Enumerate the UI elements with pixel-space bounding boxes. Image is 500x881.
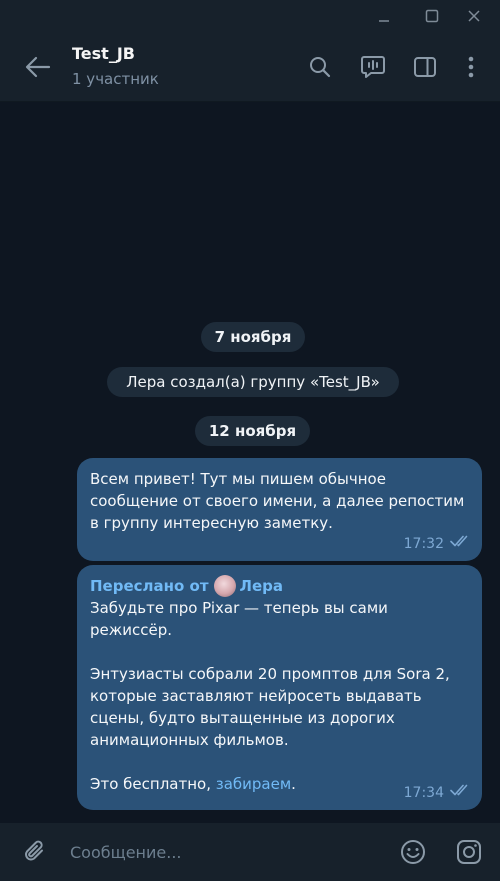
more-vertical-icon[interactable]: [454, 50, 488, 84]
chat-header: Test_JB 1 участник: [0, 32, 500, 102]
forwarded-header[interactable]: Переслано от Лера: [90, 575, 470, 597]
forwarded-author[interactable]: Лера: [240, 575, 284, 597]
service-message: Лера создал(а) группу «Test_JB»: [107, 367, 399, 397]
voice-chat-icon[interactable]: [356, 50, 390, 84]
message-meta: 17:32: [404, 533, 472, 555]
double-check-icon: [450, 533, 472, 555]
message-input[interactable]: [62, 837, 382, 867]
date-separator: 12 ноября: [195, 416, 310, 446]
camera-icon[interactable]: [452, 835, 486, 869]
message-composer: [0, 823, 500, 881]
message-meta: 17:34: [404, 782, 472, 804]
message-link[interactable]: забираем: [216, 775, 291, 793]
maximize-icon[interactable]: [414, 0, 450, 32]
forwarded-message[interactable]: Переслано от Лера Забудьте про Pixar — т…: [77, 565, 482, 810]
message-text-end: .: [291, 775, 296, 793]
minimize-icon[interactable]: [366, 0, 402, 32]
avatar: [213, 575, 236, 597]
double-check-icon: [450, 782, 472, 804]
date-separator: 7 ноября: [201, 322, 305, 352]
paperclip-icon[interactable]: [18, 835, 52, 869]
close-icon[interactable]: [456, 0, 492, 32]
search-icon[interactable]: [303, 50, 337, 84]
message-time: 17:32: [403, 536, 444, 552]
message-list[interactable]: 7 ноября Лера создал(а) группу «Test_JB»…: [0, 103, 500, 823]
chat-title[interactable]: Test_JB: [72, 44, 135, 63]
back-arrow-icon[interactable]: [20, 50, 56, 84]
forwarded-label: Переслано от: [90, 577, 209, 595]
sidebar-toggle-icon[interactable]: [408, 50, 442, 84]
message-text: Забудьте про Pixar — теперь вы сами режи…: [90, 597, 470, 795]
emoji-icon[interactable]: [396, 835, 430, 869]
window-titlebar: [0, 0, 500, 32]
message-body: Забудьте про Pixar — теперь вы сами режи…: [90, 599, 450, 793]
member-count: 1 участник: [72, 70, 159, 88]
message-text: Всем привет! Тут мы пишем обычное сообще…: [90, 470, 465, 532]
message-time: 17:34: [403, 785, 444, 801]
outgoing-message[interactable]: Всем привет! Тут мы пишем обычное сообще…: [77, 458, 482, 561]
